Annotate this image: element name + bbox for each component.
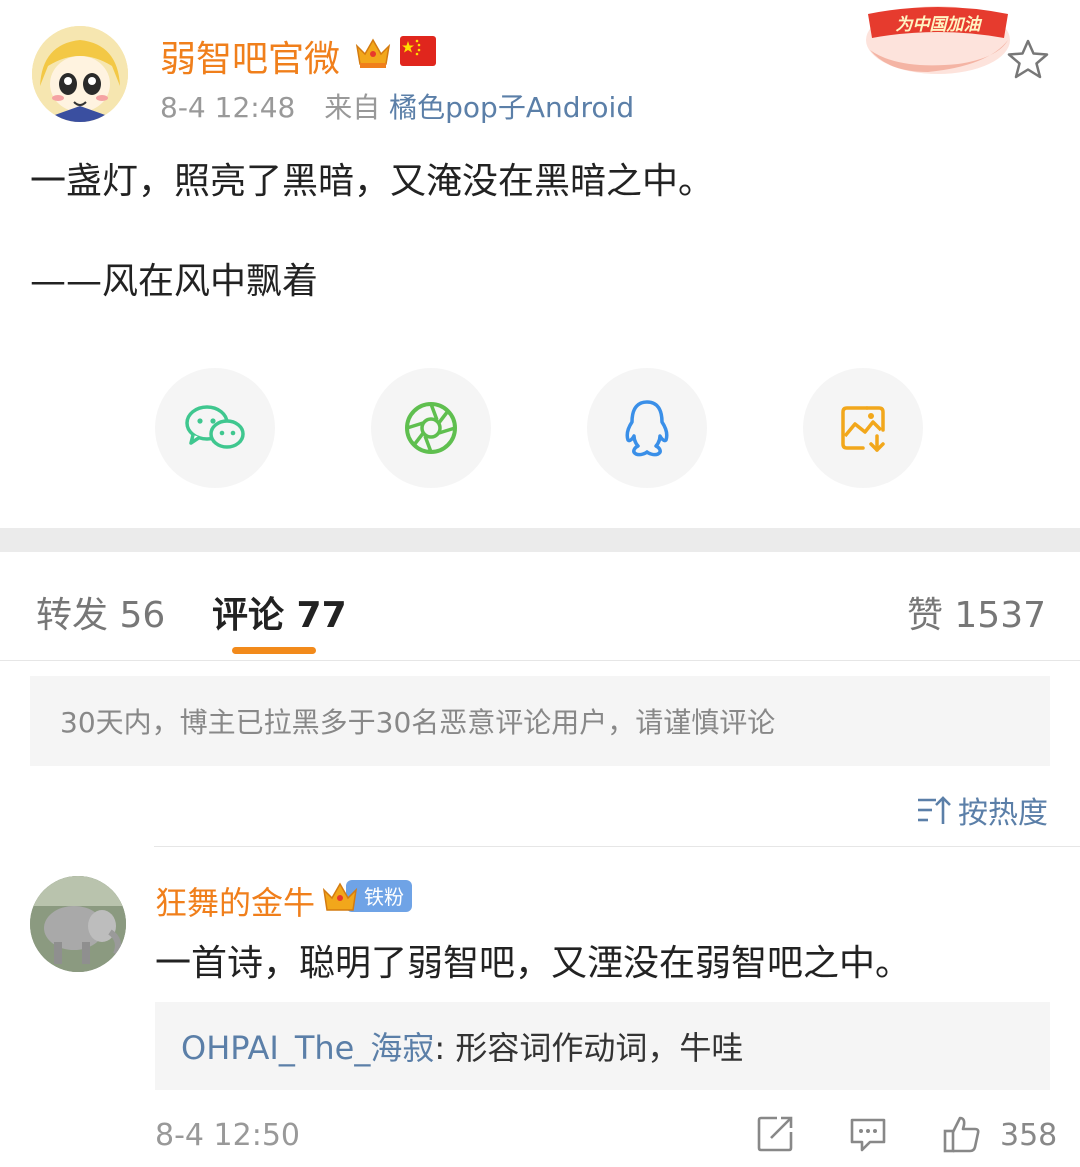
reply-text: : 形容词作动词，牛哇 <box>434 1029 744 1067</box>
sort-icon <box>918 796 951 824</box>
reply-preview[interactable]: OHPAI_The_海寂 : 形容词作动词，牛哇 <box>155 1002 1050 1090</box>
save-image-button[interactable] <box>803 368 923 488</box>
comment-time: 8-4 12:50 <box>155 1118 300 1153</box>
qq-icon <box>625 400 669 457</box>
post-source-link[interactable]: 橘色pop子Android <box>389 91 634 124</box>
comment-divider <box>154 846 1080 847</box>
post-text-line-1: 一盏灯，照亮了黑暗，又淹没在黑暗之中。 <box>30 161 715 202</box>
vip-crown-icon <box>354 34 392 70</box>
comment-text: 一首诗，聪明了弱智吧，又湮没在弱智吧之中。 <box>155 943 912 984</box>
sort-label: 按热度 <box>958 796 1048 831</box>
comment-like-count: 358 <box>1000 1118 1058 1153</box>
badge-text: 为中国加油 <box>896 15 983 35</box>
favorite-star-icon[interactable] <box>1006 38 1050 80</box>
commenter-name[interactable]: 狂舞的金牛 <box>155 878 315 924</box>
author-avatar[interactable] <box>32 26 128 122</box>
tab-comment[interactable]: 评论 77 <box>212 586 347 638</box>
share-comment-icon[interactable] <box>755 1114 795 1154</box>
post-text-line-2: ——风在风中飘着 <box>30 261 319 302</box>
tab-repost[interactable]: 转发 56 <box>36 586 165 638</box>
like-thumb-icon[interactable] <box>942 1114 982 1154</box>
moments-icon <box>405 402 457 454</box>
source-prefix: 来自 <box>324 91 381 124</box>
china-flag-icon <box>400 36 436 66</box>
active-tab-indicator <box>232 647 316 654</box>
wechat-icon <box>185 405 245 449</box>
sort-by-hot-button[interactable]: 按热度 <box>916 788 1048 832</box>
share-moments-button[interactable] <box>371 368 491 488</box>
fan-badge-text: 铁粉 <box>364 885 404 909</box>
author-name[interactable]: 弱智吧官微 <box>160 30 340 82</box>
reply-user[interactable]: OHPAI_The_海寂 <box>181 1023 434 1069</box>
fan-badge: 铁粉 <box>322 876 414 916</box>
post-time: 8-4 12:48 <box>160 91 296 124</box>
share-qq-button[interactable] <box>587 368 707 488</box>
tabs-divider <box>0 660 1080 661</box>
save-image-icon <box>841 406 885 452</box>
reply-comment-icon[interactable] <box>848 1114 888 1154</box>
cheer-china-badge[interactable]: 为中国加油 <box>858 0 1010 76</box>
post-meta: 8-4 12:48 来自 橘色pop子Android <box>160 86 634 126</box>
tab-like[interactable]: 赞 1537 <box>907 586 1046 638</box>
section-divider <box>0 528 1080 552</box>
comment-notice: 30天内，博主已拉黑多于30名恶意评论用户，请谨慎评论 <box>30 676 1050 766</box>
commenter-avatar[interactable] <box>30 876 126 972</box>
share-wechat-button[interactable] <box>155 368 275 488</box>
